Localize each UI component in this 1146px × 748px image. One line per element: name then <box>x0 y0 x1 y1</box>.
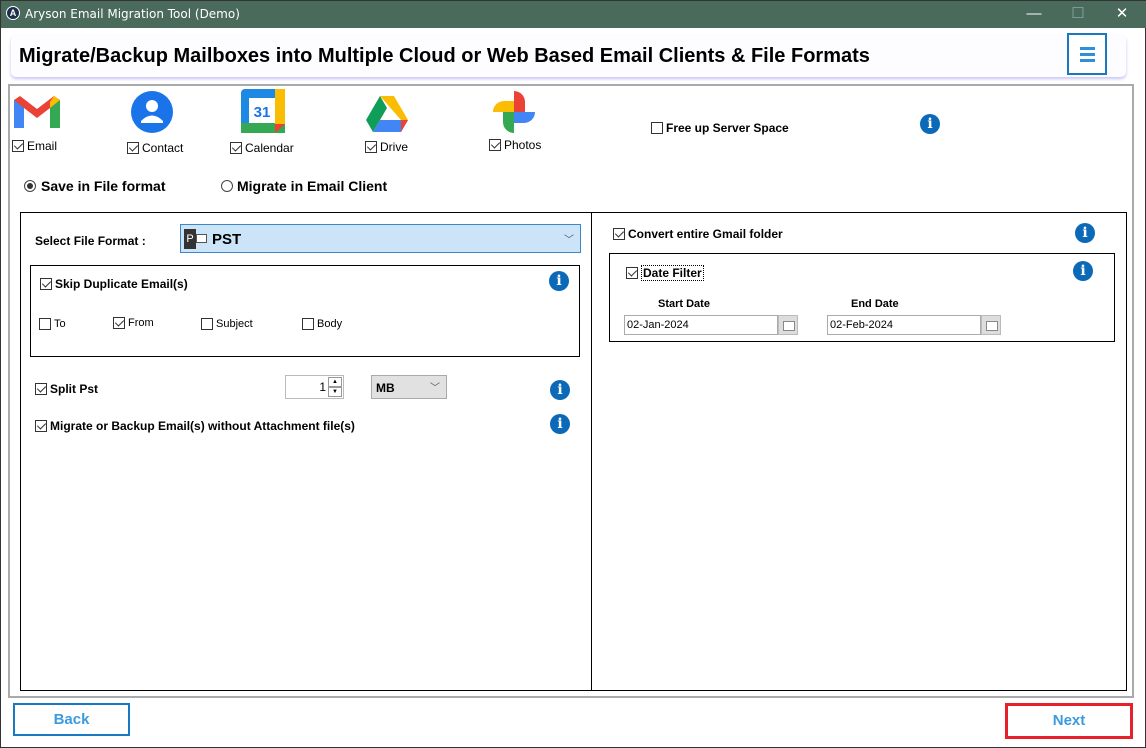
no-attachment-label: Migrate or Backup Email(s) without Attac… <box>50 418 355 433</box>
subject-label: Subject <box>216 317 253 330</box>
end-date-label: End Date <box>851 298 899 310</box>
file-format-value: PST <box>212 231 242 248</box>
maximize-button[interactable]: ☐ <box>1063 5 1093 23</box>
calendar-label: Calendar <box>245 140 294 155</box>
date-filter-checkbox[interactable] <box>626 266 638 279</box>
info-icon[interactable]: i <box>1073 261 1093 281</box>
from-label: From <box>128 316 154 329</box>
date-filter-label: Date Filter <box>641 264 704 281</box>
main-panel: Email Contact 31 Calendar Drive Photos F… <box>8 84 1134 698</box>
radio-button[interactable] <box>24 180 36 193</box>
back-button[interactable]: Back <box>13 703 130 736</box>
email-checkbox[interactable] <box>12 139 24 152</box>
email-label: Email <box>27 138 58 153</box>
minimize-button[interactable]: — <box>1019 5 1049 23</box>
page-title: Migrate/Backup Mailboxes into Multiple C… <box>19 45 870 67</box>
options-frame: Select File Format : P PST ﹀ Skip Duplic… <box>20 212 1127 691</box>
split-pst-label: Split Pst <box>50 381 99 396</box>
file-format-dropdown[interactable]: P PST ﹀ <box>180 224 581 253</box>
radio-label: Migrate in Email Client <box>237 178 388 195</box>
service-contact[interactable]: Contact <box>127 86 183 155</box>
stepper-down-icon[interactable]: ▼ <box>328 387 342 397</box>
convert-gmail-folder-option[interactable]: Convert entire Gmail folder <box>613 225 783 243</box>
title-bar: A Aryson Email Migration Tool (Demo) — ☐… <box>1 1 1146 28</box>
photos-checkbox[interactable] <box>489 138 501 151</box>
chevron-down-icon: ﹀ <box>564 235 574 246</box>
no-attachment-option[interactable]: Migrate or Backup Email(s) without Attac… <box>35 417 355 435</box>
service-calendar[interactable]: 31 Calendar <box>230 86 294 155</box>
radio-label: Save in File format <box>41 178 166 195</box>
service-email[interactable]: Email <box>12 86 62 153</box>
info-icon[interactable]: i <box>1075 223 1095 243</box>
info-icon[interactable]: i <box>550 414 570 434</box>
split-size-value: 1 <box>319 380 326 394</box>
svg-text:31: 31 <box>254 104 271 121</box>
start-date-label: Start Date <box>658 298 710 310</box>
divider <box>591 213 592 690</box>
skip-duplicate-group: Skip Duplicate Email(s) i To From Subjec… <box>30 265 580 357</box>
drive-label: Drive <box>380 139 409 154</box>
close-button[interactable]: ✕ <box>1107 5 1137 23</box>
service-drive[interactable]: Drive <box>365 86 409 154</box>
window-title: Aryson Email Migration Tool (Demo) <box>25 7 240 21</box>
start-date-input[interactable]: 02-Jan-2024 <box>624 315 778 335</box>
info-icon[interactable]: i <box>920 114 940 134</box>
radio-save-file-format[interactable]: Save in File format <box>24 177 165 194</box>
body-checkbox[interactable] <box>302 317 314 330</box>
drive-icon <box>366 96 408 132</box>
info-icon[interactable]: i <box>549 271 569 291</box>
dup-field-body[interactable]: Body <box>302 315 342 333</box>
photos-icon <box>493 91 535 133</box>
date-filter-group: Date Filter i Start Date End Date 02-Jan… <box>609 253 1115 342</box>
dup-field-from[interactable]: From <box>113 314 154 332</box>
free-up-checkbox[interactable] <box>651 121 663 134</box>
select-file-format-label: Select File Format : <box>35 234 146 248</box>
to-label: To <box>54 317 66 330</box>
split-unit-value: MB <box>376 381 395 395</box>
dup-field-to[interactable]: To <box>39 315 66 333</box>
header-banner: Migrate/Backup Mailboxes into Multiple C… <box>11 33 1126 77</box>
calendar-picker-icon[interactable] <box>778 315 798 335</box>
split-pst-option[interactable]: Split Pst <box>35 380 98 398</box>
hamburger-menu-button[interactable] <box>1067 33 1107 75</box>
date-filter-option[interactable]: Date Filter <box>626 264 704 282</box>
free-up-label: Free up Server Space <box>666 120 789 135</box>
service-photos[interactable]: Photos <box>489 86 541 152</box>
body-label: Body <box>317 317 343 330</box>
split-unit-dropdown[interactable]: MB ﹀ <box>371 375 447 399</box>
envelope-icon <box>196 234 207 243</box>
drive-checkbox[interactable] <box>365 140 377 153</box>
calendar-picker-icon[interactable] <box>981 315 1001 335</box>
skip-duplicate-label: Skip Duplicate Email(s) <box>55 276 188 291</box>
contacts-icon <box>131 91 173 133</box>
skip-duplicate-checkbox[interactable] <box>40 277 52 290</box>
skip-duplicate-option[interactable]: Skip Duplicate Email(s) <box>40 275 188 293</box>
split-pst-checkbox[interactable] <box>35 382 47 395</box>
radio-button[interactable] <box>221 180 233 193</box>
gmail-icon <box>14 96 60 128</box>
contact-checkbox[interactable] <box>127 141 139 154</box>
contact-label: Contact <box>142 140 184 155</box>
stepper-up-icon[interactable]: ▲ <box>328 377 342 387</box>
split-size-stepper[interactable]: 1 ▲ ▼ <box>285 375 344 399</box>
info-icon[interactable]: i <box>550 380 570 400</box>
calendar-checkbox[interactable] <box>230 141 242 154</box>
dup-field-subject[interactable]: Subject <box>201 315 253 333</box>
app-logo-icon: A <box>6 6 20 20</box>
radio-migrate-email-client[interactable]: Migrate in Email Client <box>221 177 387 194</box>
no-attachment-checkbox[interactable] <box>35 419 47 432</box>
next-button[interactable]: Next <box>1005 703 1133 739</box>
convert-gmail-folder-label: Convert entire Gmail folder <box>628 226 783 241</box>
end-date-input[interactable]: 02-Feb-2024 <box>827 315 981 335</box>
to-checkbox[interactable] <box>39 317 51 330</box>
photos-label: Photos <box>504 137 542 152</box>
subject-checkbox[interactable] <box>201 317 213 330</box>
calendar-icon: 31 <box>241 89 285 133</box>
free-up-server-space[interactable]: Free up Server Space <box>651 119 789 137</box>
from-checkbox[interactable] <box>113 316 125 329</box>
chevron-down-icon: ﹀ <box>430 383 440 394</box>
convert-gmail-folder-checkbox[interactable] <box>613 227 625 240</box>
pst-file-icon: P <box>184 229 196 249</box>
